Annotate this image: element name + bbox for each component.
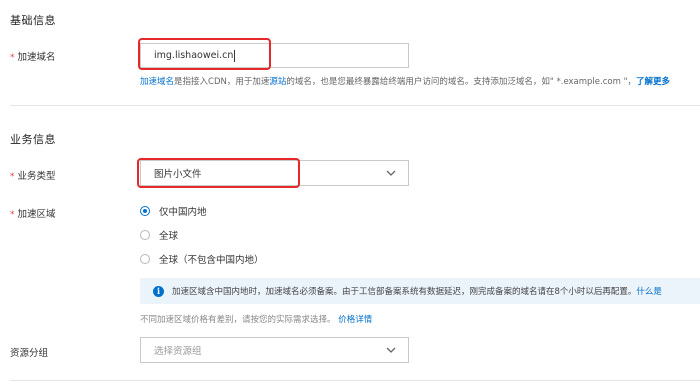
required-mark: *: [10, 172, 15, 182]
chevron-down-icon: [386, 170, 396, 176]
business-type-label-text: 业务类型: [17, 171, 56, 182]
required-mark: *: [10, 210, 15, 220]
business-type-highlight-box: [137, 158, 300, 188]
learn-more-link[interactable]: 了解更多: [636, 77, 670, 87]
region-notice-link[interactable]: 什么是: [636, 285, 662, 297]
domain-term-link[interactable]: 加速域名: [140, 77, 174, 87]
region-label: * 加速区域: [10, 206, 56, 220]
region-option-label: 仅中国内地: [159, 207, 207, 218]
price-note: 不同加速区域价格有差别，请按您的实际需求选择。 价格详情: [140, 313, 372, 325]
domain-label-text: 加速域名: [17, 52, 56, 63]
region-option-global[interactable]: 全球: [140, 228, 178, 242]
required-mark: *: [10, 53, 15, 63]
radio-icon[interactable]: [140, 230, 150, 240]
domain-highlight-box: [138, 38, 271, 70]
region-option-label: 全球（不包含中国内地）: [159, 255, 264, 266]
price-details-link[interactable]: 价格详情: [338, 315, 372, 325]
resource-group-label: 资源分组: [10, 348, 49, 359]
domain-help-part-2: 的域名，也是您最终暴露给终端用户访问的域名。支持添加泛域名，如" *.examp…: [286, 77, 636, 87]
radio-icon[interactable]: [140, 254, 150, 264]
business-info-title: 业务信息: [10, 133, 56, 146]
region-option-mainland[interactable]: 仅中国内地: [140, 204, 207, 218]
info-icon: i: [153, 285, 164, 297]
domain-help-part-1: 是指接入CDN，用于加速: [174, 77, 270, 87]
section-divider: [10, 105, 700, 106]
chevron-down-icon: [386, 347, 396, 353]
region-notice-text: 加速区域含中国内地时，加速域名必须备案。由于工信部备案系统有数据延迟，刚完成备案…: [172, 287, 637, 297]
basic-info-title: 基础信息: [10, 14, 56, 27]
price-note-text: 不同加速区域价格有差别，请按您的实际需求选择。: [140, 315, 336, 325]
region-notice: i 加速区域含中国内地时，加速域名必须备案。由于工信部备案系统有数据延迟，刚完成…: [140, 278, 700, 304]
region-label-text: 加速区域: [17, 209, 56, 220]
region-option-label: 全球: [159, 231, 179, 242]
bottom-divider: [10, 380, 700, 381]
domain-help-text: 加速域名是指接入CDN，用于加速源站的域名，也是您最终暴露给终端用户访问的域名。…: [140, 75, 670, 87]
region-option-global-excl-mainland[interactable]: 全球（不包含中国内地）: [140, 252, 264, 266]
resource-group-select[interactable]: 选择资源组: [140, 337, 409, 363]
origin-link[interactable]: 源站: [269, 77, 286, 87]
domain-label: * 加速域名: [10, 49, 56, 63]
business-type-label: * 业务类型: [10, 168, 56, 182]
resource-group-placeholder: 选择资源组: [154, 346, 202, 357]
radio-checked-icon[interactable]: [140, 206, 150, 216]
